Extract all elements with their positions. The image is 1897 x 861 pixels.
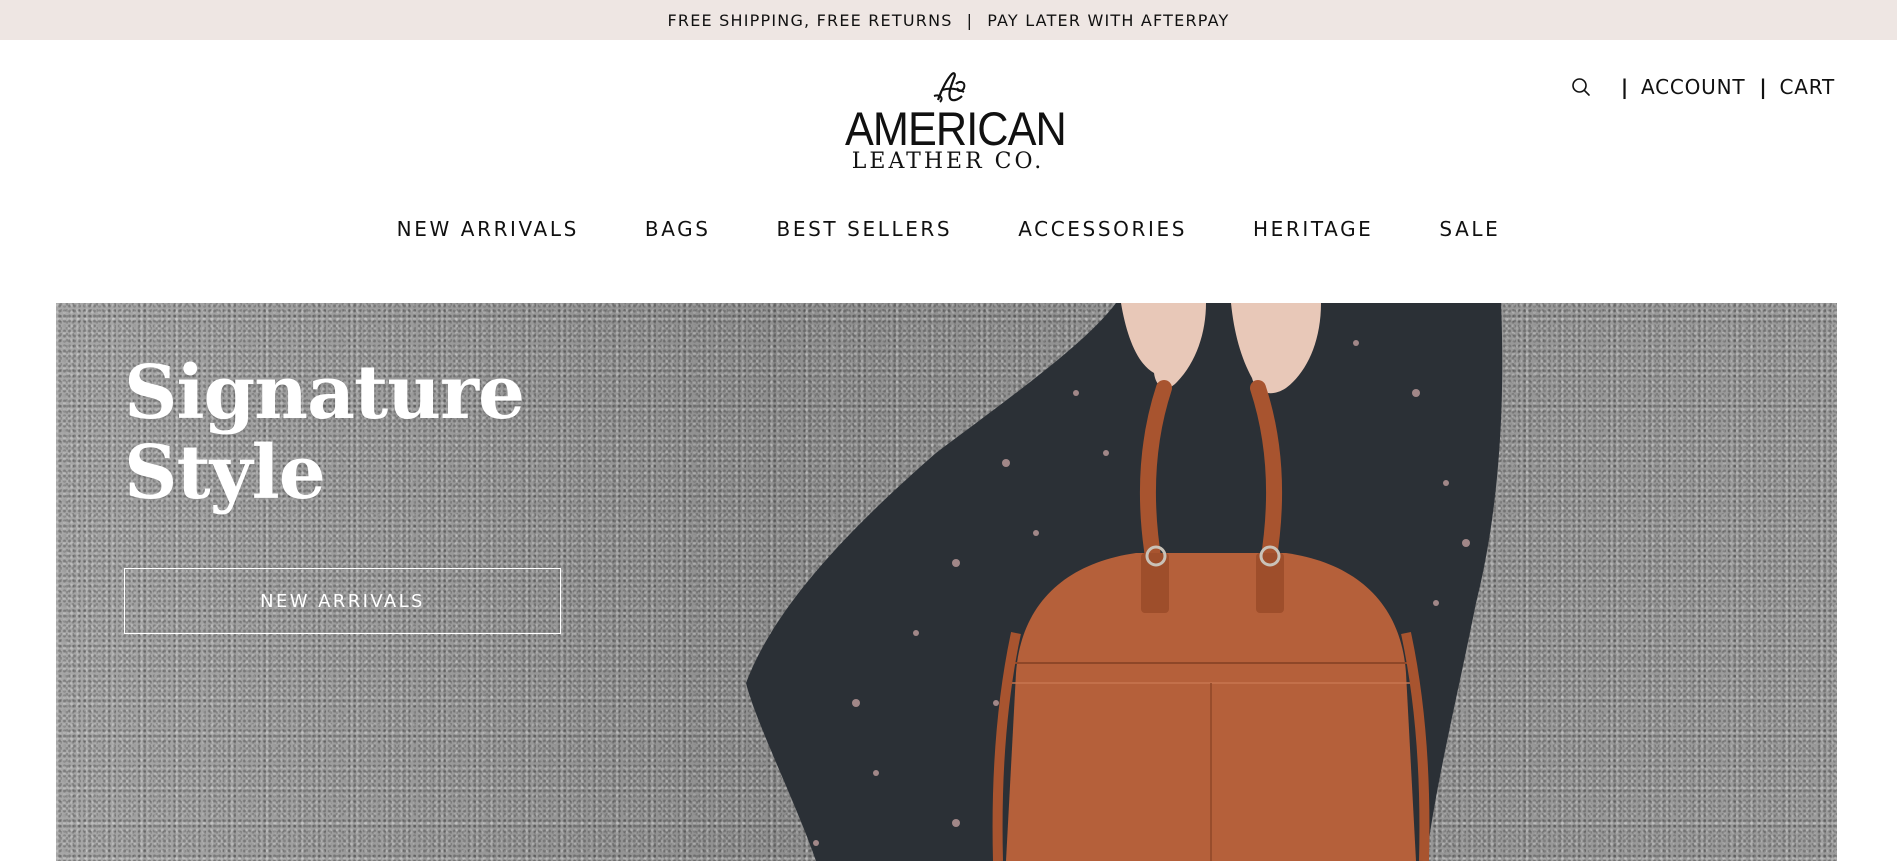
nav-item-new-arrivals[interactable]: NEW ARRIVALS (397, 217, 579, 241)
cart-link[interactable]: CART (1779, 75, 1835, 99)
utility-separator: | (1759, 75, 1768, 99)
hero-headline-line-1: Signature (124, 350, 525, 436)
announcement-bar: FREE SHIPPING, FREE RETURNS | PAY LATER … (0, 0, 1897, 40)
logo-line-1: AMERICAN (844, 102, 1067, 155)
announcement-shipping: FREE SHIPPING, FREE RETURNS (667, 10, 953, 30)
hero-banner[interactable]: Signature Style NEW ARRIVALS (56, 303, 1837, 861)
main-nav: NEW ARRIVALS BAGS BEST SELLERS ACCESSORI… (0, 213, 1897, 245)
nav-item-best-sellers[interactable]: BEST SELLERS (777, 217, 953, 241)
utility-nav: | ACCOUNT | CART (1569, 72, 1835, 102)
nav-item-bags[interactable]: BAGS (645, 217, 711, 241)
utility-separator: | (1620, 75, 1629, 99)
search-button[interactable] (1569, 75, 1593, 99)
new-arrivals-button[interactable]: NEW ARRIVALS (124, 568, 561, 634)
nav-item-heritage[interactable]: HERITAGE (1253, 217, 1373, 241)
announcement-afterpay: PAY LATER WITH AFTERPAY (987, 10, 1230, 30)
account-link[interactable]: ACCOUNT (1641, 75, 1745, 99)
announcement-separator: | (966, 10, 974, 30)
nav-item-sale[interactable]: SALE (1439, 217, 1500, 241)
hero-headline: Signature Style (124, 350, 525, 516)
hero-headline-line-2: Style (124, 430, 326, 516)
monogram-logo-icon (933, 72, 966, 103)
brand-logo[interactable]: AMERICAN LEATHER CO. (836, 70, 1067, 174)
nav-item-accessories[interactable]: ACCESSORIES (1018, 217, 1187, 241)
logo-line-2: LEATHER CO. (851, 149, 1045, 174)
search-icon (1572, 78, 1590, 96)
